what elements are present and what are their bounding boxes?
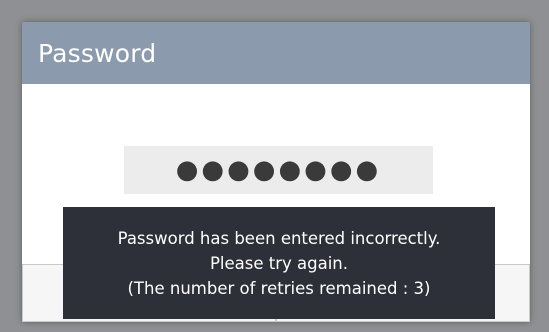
- toast-line-3: (The number of retries remained : 3): [127, 278, 431, 298]
- error-toast: Password has been entered incorrectly. P…: [63, 207, 495, 319]
- screen-background: Password ●●●●●●●● Password has been ente…: [0, 0, 549, 332]
- dialog-title: Password: [38, 38, 157, 68]
- toast-line-1: Password has been entered incorrectly.: [117, 228, 441, 248]
- dialog-header: Password: [22, 22, 530, 84]
- password-input[interactable]: ●●●●●●●●: [124, 146, 433, 194]
- toast-line-2: Please try again.: [209, 253, 349, 273]
- password-masked-value: ●●●●●●●●: [175, 155, 382, 185]
